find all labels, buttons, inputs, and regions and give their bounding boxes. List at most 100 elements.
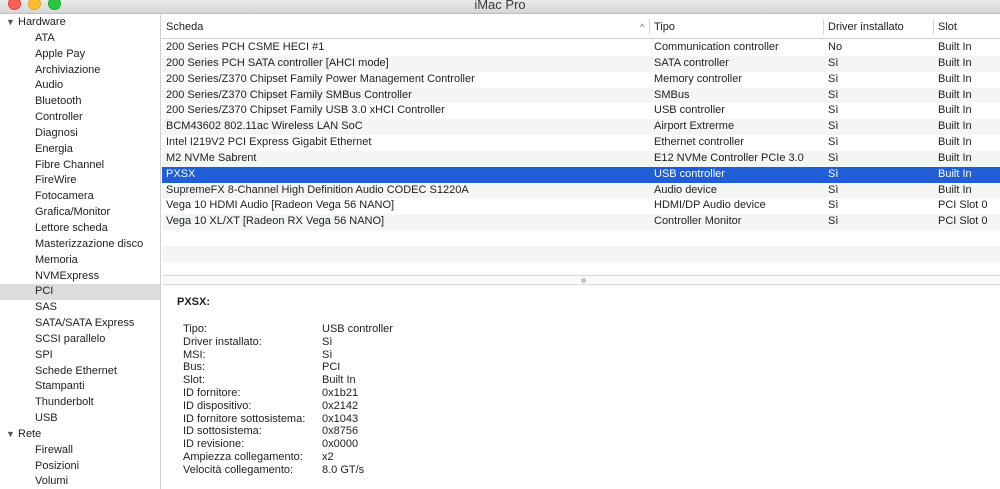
detail-field: Driver installato: Sì	[183, 336, 583, 349]
table-row[interactable]: 200 Series PCH CSME HECI #1 Communication…	[162, 40, 1000, 56]
sidebar-item-firewire[interactable]: FireWire	[0, 173, 160, 189]
table-row[interactable]: 200 Series PCH SATA controller [AHCI mod…	[162, 55, 1000, 72]
sort-ascending-icon: ^	[640, 22, 645, 32]
sidebar-item-masterizzazione-disco[interactable]: Masterizzazione disco	[0, 237, 160, 253]
detail-field-label: Slot:	[183, 374, 206, 387]
detail-field-value: Sì	[322, 335, 333, 348]
sidebar-item-memoria[interactable]: Memoria	[0, 253, 160, 269]
detail-field-label: ID revisione:	[183, 438, 245, 451]
sidebar-item-fotocamera[interactable]: Fotocamera	[0, 189, 160, 205]
sidebar-item-volumi[interactable]: Volumi	[0, 474, 160, 489]
cell-scheda: Vega 10 XL/XT [Radeon RX Vega 56 NANO]	[166, 215, 385, 228]
sidebar-item-schede-ethernet[interactable]: Schede Ethernet	[0, 364, 160, 380]
column-header-driver[interactable]: Driver installato	[824, 15, 934, 39]
empty-table-row	[162, 230, 1000, 246]
sidebar-item-spi[interactable]: SPI	[0, 348, 160, 364]
table-row[interactable]: Vega 10 XL/XT [Radeon RX Vega 56 NANO] Co…	[162, 214, 1000, 231]
sidebar-item-usb[interactable]: USB	[0, 411, 160, 427]
table-row[interactable]: Vega 10 HDMI Audio [Radeon Vega 56 NANO]…	[162, 198, 1000, 214]
table-row[interactable]: 200 Series/Z370 Chipset Family SMBus Con…	[162, 87, 1000, 104]
sidebar-item-bluetooth[interactable]: Bluetooth	[0, 94, 160, 110]
cell-slot: Built In	[938, 183, 972, 196]
column-header-slot[interactable]: Slot	[934, 15, 1000, 39]
cell-driver: Sì	[828, 104, 839, 117]
sidebar-item-stampanti[interactable]: Stampanti	[0, 379, 160, 395]
sidebar-item-sata-sata-express[interactable]: SATA/SATA Express	[0, 316, 160, 332]
cell-slot: PCI Slot 0	[938, 199, 988, 212]
sidebar-item-posizioni[interactable]: Posizioni	[0, 459, 160, 475]
divider-handle-icon[interactable]	[581, 278, 586, 283]
column-header-tipo[interactable]: Tipo	[650, 15, 822, 39]
detail-field: MSI: Sì	[183, 349, 583, 362]
sidebar-item-audio[interactable]: Audio	[0, 78, 160, 94]
cell-tipo: Communication controller	[654, 41, 779, 53]
disclosure-triangle-icon[interactable]: ▼	[6, 427, 18, 443]
cell-scheda: 200 Series/Z370 Chipset Family SMBus Con…	[166, 88, 412, 101]
split-view-divider[interactable]	[162, 275, 1000, 285]
empty-table-row	[162, 245, 1000, 262]
sidebar-item-energia[interactable]: Energia	[0, 142, 160, 158]
sidebar-group-label: Hardware	[18, 16, 66, 28]
detail-field-value: 0x1043	[322, 412, 359, 425]
table-row[interactable]: SupremeFX 8-Channel High Definition Audi…	[162, 182, 1000, 199]
cell-tipo: E12 NVMe Controller PCIe 3.0	[654, 151, 804, 164]
sidebar-item-pci[interactable]: PCI	[0, 284, 160, 301]
device-table: Scheda ^ Tipo Driver installato Slot 200…	[162, 15, 1000, 275]
column-header-scheda[interactable]: Scheda	[162, 15, 648, 39]
detail-field-label: MSI:	[183, 348, 206, 361]
cell-driver: Sì	[828, 167, 839, 180]
detail-field-value: 0x2142	[322, 399, 359, 412]
cell-scheda: Intel I219V2 PCI Express Gigabit Etherne…	[166, 136, 372, 149]
table-row[interactable]: 200 Series/Z370 Chipset Family USB 3.0 x…	[162, 103, 1000, 119]
sidebar-item-apple-pay[interactable]: Apple Pay	[0, 47, 160, 63]
sidebar-item-firewall[interactable]: Firewall	[0, 443, 160, 459]
detail-title: PXSX:	[177, 296, 211, 308]
sidebar-group-hardware[interactable]: ▼ Hardware	[0, 15, 160, 31]
cell-tipo: Memory controller	[654, 72, 743, 85]
cell-driver: Sì	[828, 56, 839, 69]
cell-tipo: Audio device	[654, 183, 717, 196]
sidebar-item-sas[interactable]: SAS	[0, 300, 160, 316]
cell-driver: Sì	[828, 183, 839, 196]
detail-field-label: Tipo:	[183, 323, 208, 335]
cell-driver: Sì	[828, 136, 839, 149]
cell-tipo: SMBus	[654, 88, 690, 101]
table-row[interactable]: 200 Series/Z370 Chipset Family Power Man…	[162, 72, 1000, 88]
detail-field-label: ID fornitore sottosistema:	[183, 412, 306, 425]
cell-tipo: Airport Extrerme	[654, 120, 735, 133]
detail-field-value: Built In	[322, 374, 356, 387]
detail-field: Tipo: USB controller	[183, 323, 583, 336]
detail-field-value: PCI	[322, 361, 341, 374]
cell-slot: Built In	[938, 72, 972, 85]
table-row[interactable]: Intel I219V2 PCI Express Gigabit Etherne…	[162, 135, 1000, 151]
table-row[interactable]: BCM43602 802.11ac Wireless LAN SoC Airpor…	[162, 119, 1000, 136]
detail-field: Velocità collegamento: 8.0 GT/s	[183, 464, 583, 477]
cell-scheda: BCM43602 802.11ac Wireless LAN SoC	[166, 120, 363, 133]
detail-field: ID revisione: 0x0000	[183, 438, 583, 451]
cell-scheda: 200 Series PCH SATA controller [AHCI mod…	[166, 56, 389, 69]
sidebar-item-controller[interactable]: Controller	[0, 110, 160, 126]
cell-driver: No	[828, 41, 843, 53]
detail-field-value: Sì	[322, 348, 333, 361]
sidebar-item-fibre-channel[interactable]: Fibre Channel	[0, 158, 160, 174]
detail-pane: PXSX: Tipo: USB controller Driver installa…	[162, 286, 1000, 489]
detail-field-value: 8.0 GT/s	[322, 463, 365, 476]
sidebar-item-grafica-monitor[interactable]: Grafica/Monitor	[0, 205, 160, 221]
table-row[interactable]: PXSX USB controller Sì Built In	[162, 166, 1000, 183]
cell-tipo: USB controller	[654, 104, 725, 117]
cell-scheda: Vega 10 HDMI Audio [Radeon Vega 56 NANO]	[166, 199, 395, 212]
sidebar-item-thunderbolt[interactable]: Thunderbolt	[0, 395, 160, 411]
sidebar-item-nvmexpress[interactable]: NVMExpress	[0, 269, 160, 285]
table-row[interactable]: M2 NVMe Sabrent E12 NVMe Controller PCIe …	[162, 150, 1000, 167]
disclosure-triangle-icon[interactable]: ▼	[6, 15, 18, 31]
sidebar-item-lettore-scheda[interactable]: Lettore scheda	[0, 221, 160, 237]
sidebar-item-diagnosi[interactable]: Diagnosi	[0, 126, 160, 142]
sidebar-item-ata[interactable]: ATA	[0, 31, 160, 47]
sidebar-item-scsi-parallelo[interactable]: SCSI parallelo	[0, 332, 160, 348]
sidebar-group-rete[interactable]: ▼ Rete	[0, 427, 160, 443]
sidebar-item-archiviazione[interactable]: Archiviazione	[0, 63, 160, 79]
cell-slot: Built In	[938, 120, 972, 133]
table-header: Scheda ^ Tipo Driver installato Slot	[162, 15, 1000, 39]
cell-slot: Built In	[938, 104, 972, 117]
detail-field-value: 0x0000	[322, 438, 359, 451]
